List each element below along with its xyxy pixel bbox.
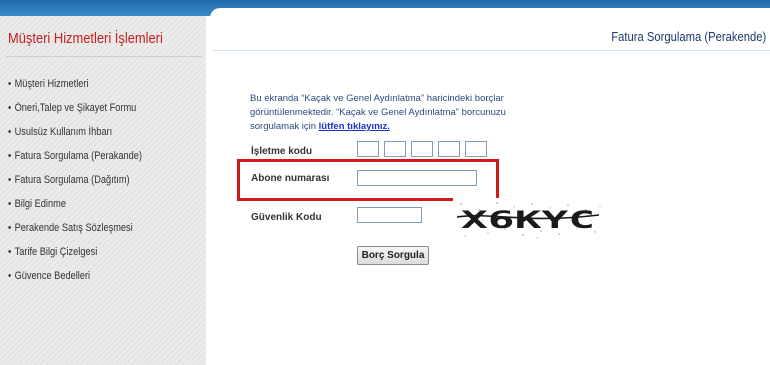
bullet-icon: • <box>8 174 12 186</box>
sidebar-item-label: Perakende Satış Sözleşmesi <box>14 222 133 234</box>
captcha-text: X6KYC <box>461 206 595 234</box>
isletme-kodu-field-3[interactable] <box>411 141 433 157</box>
sidebar-item-label: Müşteri Hizmetleri <box>14 78 89 90</box>
sidebar-item-label: Usulsüz Kullanım İhbarı <box>14 126 113 138</box>
abone-numarasi-input[interactable] <box>357 170 477 186</box>
sidebar-item-oneri-talep-sikayet[interactable]: • Öneri,Talep ve Şikayet Formu <box>8 96 142 120</box>
sidebar-item-label: Güvence Bedelleri <box>14 270 91 282</box>
guvenlik-kodu-input[interactable] <box>357 207 422 223</box>
sidebar-item-perakende-satis[interactable]: • Perakende Satış Sözleşmesi <box>8 216 142 240</box>
isletme-kodu-field-5[interactable] <box>465 141 487 157</box>
sidebar-title: Müşteri Hizmetleri İşlemleri <box>8 30 163 47</box>
captcha-image: X6KYC <box>453 198 603 240</box>
info-text: Bu ekranda “Kaçak ve Genel Aydınlatma” h… <box>250 92 550 134</box>
bullet-icon: • <box>8 246 12 258</box>
sidebar: Müşteri Hizmetleri İşlemleri • Müşteri Hi… <box>0 16 206 365</box>
bullet-icon: • <box>8 102 12 114</box>
sidebar-item-fatura-dagitim[interactable]: • Fatura Sorgulama (Dağıtım) <box>8 168 142 192</box>
sidebar-item-tarife-bilgi[interactable]: • Tarife Bilgi Çizelgesi <box>8 240 142 264</box>
isletme-kodu-label: İşletme kodu <box>251 146 313 157</box>
isletme-kodu-field-4[interactable] <box>438 141 460 157</box>
sidebar-item-fatura-perakande[interactable]: • Fatura Sorgulama (Perakande) <box>8 144 142 168</box>
sidebar-item-usulsuz-kullanim[interactable]: • Usulsüz Kullanım İhbarı <box>8 120 142 144</box>
top-header-band <box>0 0 770 18</box>
sidebar-item-guvence-bedelleri[interactable]: • Güvence Bedelleri <box>8 264 142 288</box>
bullet-icon: • <box>8 270 12 282</box>
bullet-icon: • <box>8 150 12 162</box>
abone-numarasi-label: Abone numarası <box>251 173 330 184</box>
sidebar-item-bilgi-edinme[interactable]: • Bilgi Edinme <box>8 192 142 216</box>
bullet-icon: • <box>8 126 12 138</box>
sidebar-item-label: Bilgi Edinme <box>14 198 66 210</box>
sidebar-item-label: Öneri,Talep ve Şikayet Formu <box>14 102 137 114</box>
borc-sorgula-button[interactable]: Borç Sorgula <box>357 246 429 265</box>
sidebar-item-label: Fatura Sorgulama (Dağıtım) <box>14 174 130 186</box>
sidebar-menu: • Müşteri Hizmetleri • Öneri,Talep ve Şika… <box>8 72 168 288</box>
header-notch <box>210 8 770 18</box>
sidebar-item-label: Tarife Bilgi Çizelgesi <box>14 246 98 258</box>
bullet-icon: • <box>8 78 12 90</box>
sidebar-item-label: Fatura Sorgulama (Perakande) <box>14 150 142 162</box>
isletme-kodu-field-2[interactable] <box>384 141 406 157</box>
sidebar-item-musteri-hizmetleri[interactable]: • Müşteri Hizmetleri <box>8 72 142 96</box>
bullet-icon: • <box>8 222 12 234</box>
title-divider <box>212 50 770 51</box>
sidebar-divider <box>6 56 202 57</box>
isletme-kodu-field-1[interactable] <box>357 141 379 157</box>
page-title: Fatura Sorgulama (Perakende) <box>610 30 766 44</box>
bullet-icon: • <box>8 198 12 210</box>
guvenlik-kodu-label: Güvenlik Kodu <box>251 212 322 223</box>
info-link[interactable]: lütfen tıklayınız. <box>319 121 390 132</box>
